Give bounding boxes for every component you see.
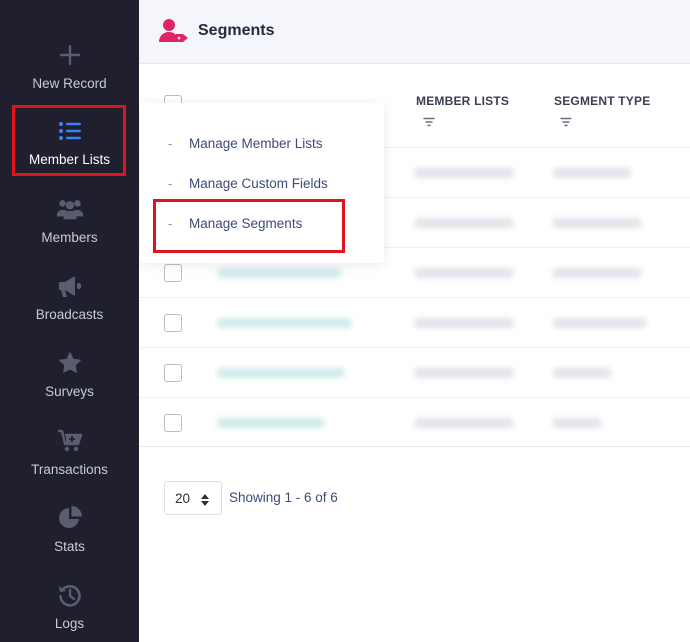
sidebar-item-new-record[interactable]: New Record <box>0 42 139 114</box>
blurred-cell <box>217 368 345 378</box>
sidebar-item-surveys[interactable]: Surveys <box>0 350 139 422</box>
blurred-cell <box>217 268 342 278</box>
menu-bullet: - <box>168 216 173 231</box>
menu-item-label: Manage Segments <box>189 216 303 231</box>
sidebar-item-label: Member Lists <box>28 152 111 167</box>
row-checkbox[interactable] <box>164 414 182 432</box>
table-row[interactable] <box>139 347 690 397</box>
menu-item-label: Manage Member Lists <box>189 136 323 151</box>
cart-icon <box>56 428 84 454</box>
sidebar-item-label: Broadcasts <box>35 307 104 322</box>
menu-bullet: - <box>168 136 173 151</box>
megaphone-icon <box>56 273 84 299</box>
row-checkbox[interactable] <box>164 314 182 332</box>
menu-bullet: - <box>168 176 173 191</box>
sidebar-item-label: New Record <box>32 76 107 91</box>
blurred-cell <box>414 218 514 228</box>
rows-per-page-value: 20 <box>175 491 191 506</box>
blurred-cell <box>414 368 514 378</box>
blurred-cell <box>414 268 514 278</box>
column-header-member-lists[interactable]: MEMBER LISTS <box>416 94 509 108</box>
plus-icon <box>56 42 84 68</box>
sidebar-item-stats[interactable]: Stats <box>0 505 139 577</box>
menu-item-manage-member-lists[interactable]: - Manage Member Lists <box>140 129 384 159</box>
row-checkbox[interactable] <box>164 364 182 382</box>
user-tag-icon <box>159 18 189 44</box>
sidebar-item-broadcasts[interactable]: Broadcasts <box>0 273 139 345</box>
app-window: New Record Member Lists Members Broadcas… <box>0 0 690 642</box>
blurred-cell <box>217 418 325 428</box>
blurred-cell <box>414 168 514 178</box>
menu-item-manage-segments[interactable]: - Manage Segments <box>140 209 384 239</box>
sidebar-item-members[interactable]: Members <box>0 196 139 268</box>
blurred-cell <box>414 318 514 328</box>
rows-per-page-select[interactable]: 20 <box>164 481 222 515</box>
sidebar: New Record Member Lists Members Broadcas… <box>0 0 139 642</box>
page-title: Segments <box>198 22 275 39</box>
users-icon <box>56 196 84 222</box>
pie-chart-icon <box>56 505 84 531</box>
filter-icon[interactable] <box>560 114 572 127</box>
blurred-cell <box>552 318 647 328</box>
sidebar-item-logs[interactable]: Logs <box>0 582 139 642</box>
blurred-cell <box>552 218 642 228</box>
page-header: Segments <box>139 0 690 64</box>
menu-item-manage-custom-fields[interactable]: - Manage Custom Fields <box>140 169 384 199</box>
sidebar-item-label: Logs <box>54 616 85 631</box>
sidebar-item-member-lists[interactable]: Member Lists <box>0 118 139 190</box>
row-checkbox[interactable] <box>164 264 182 282</box>
blurred-cell <box>217 318 352 328</box>
blurred-cell <box>552 418 602 428</box>
blurred-cell <box>552 268 642 278</box>
star-icon <box>56 350 84 376</box>
history-icon <box>56 582 84 608</box>
blurred-cell <box>552 368 612 378</box>
member-lists-submenu: - Manage Member Lists - Manage Custom Fi… <box>140 103 384 263</box>
filter-icon[interactable] <box>423 114 435 127</box>
sidebar-item-label: Transactions <box>31 462 108 477</box>
sidebar-item-transactions[interactable]: Transactions <box>0 428 139 500</box>
sidebar-item-label: Stats <box>54 539 85 554</box>
table-row[interactable] <box>139 397 690 447</box>
sidebar-item-label: Members <box>41 230 98 245</box>
blurred-cell <box>414 418 514 428</box>
column-header-segment-type[interactable]: SEGMENT TYPE <box>554 94 650 108</box>
sort-arrows-icon <box>201 493 209 506</box>
table-row[interactable] <box>139 297 690 347</box>
list-icon <box>56 118 84 144</box>
pagination-summary: Showing 1 - 6 of 6 <box>229 490 338 505</box>
menu-item-label: Manage Custom Fields <box>189 176 328 191</box>
sidebar-item-label: Surveys <box>45 384 94 399</box>
blurred-cell <box>552 168 632 178</box>
